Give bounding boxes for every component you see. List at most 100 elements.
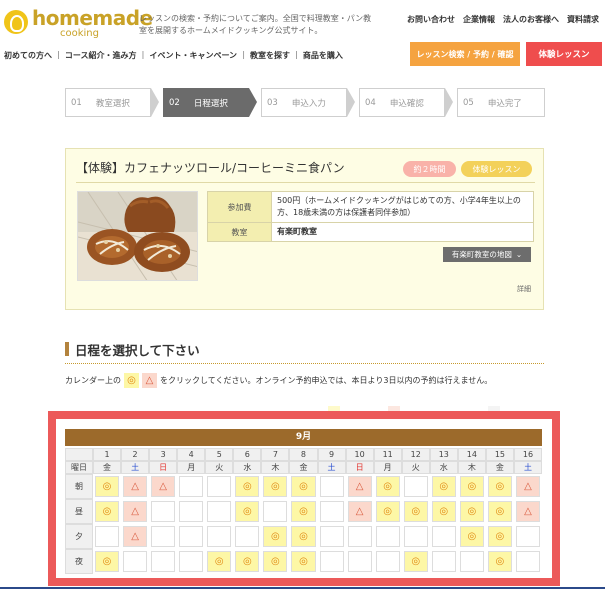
calendar-date-cell: 7 [261, 448, 290, 461]
brochure-link[interactable]: 資料請求 [567, 14, 599, 25]
slot-available[interactable]: ◎ [235, 476, 260, 497]
nav-first-time[interactable]: 初めての方へ [4, 50, 56, 61]
calendar-weekday-cell: 火 [205, 461, 234, 474]
school-map-button[interactable]: 有楽町教室の地図 ⌄ [443, 247, 531, 262]
contact-link[interactable]: お問い合わせ [407, 14, 455, 25]
nav-courses[interactable]: コース紹介・進み方 [65, 50, 141, 61]
calendar-cell: △ [121, 499, 150, 524]
calendar-cell: ◎ [233, 474, 262, 499]
nav-separator: | [57, 50, 60, 59]
homemade-logo[interactable]: homemade cooking [4, 6, 153, 40]
logo-brand: homemade [32, 6, 153, 30]
slot-unavailable [431, 526, 456, 547]
nav-find-school[interactable]: 教室を探す [250, 50, 294, 61]
slot-available[interactable]: ◎ [95, 551, 120, 572]
slot-available[interactable]: ◎ [403, 551, 428, 572]
slot-available[interactable]: ◎ [431, 501, 456, 522]
slot-unavailable [151, 526, 176, 547]
calendar-date-cell: 10 [345, 448, 374, 461]
slot-unavailable [375, 551, 400, 572]
slot-available[interactable]: ◎ [431, 476, 456, 497]
slot-available[interactable]: ◎ [291, 551, 316, 572]
slot-available[interactable]: ◎ [263, 551, 288, 572]
slot-available[interactable]: ◎ [207, 551, 232, 572]
school-label: 教室 [207, 222, 272, 242]
slot-few-left[interactable]: △ [151, 476, 176, 497]
calendar-cell [261, 499, 290, 524]
slot-available[interactable]: ◎ [459, 501, 484, 522]
slot-unavailable [235, 526, 260, 547]
slot-available[interactable]: ◎ [459, 526, 484, 547]
slot-available[interactable]: ◎ [487, 476, 512, 497]
nav-separator: | [294, 50, 298, 59]
calendar-month: 9月 [65, 429, 542, 446]
calendar-cell: ◎ [261, 549, 290, 574]
calendar-weekday-cell: 月 [373, 461, 402, 474]
nav-events[interactable]: イベント・キャンペーン [149, 50, 241, 61]
slot-available[interactable]: ◎ [291, 501, 316, 522]
calendar-cell: ◎ [205, 549, 234, 574]
slot-available[interactable]: ◎ [403, 501, 428, 522]
slot-available[interactable]: ◎ [487, 526, 512, 547]
slot-unavailable [151, 551, 176, 572]
slot-few-left[interactable]: △ [123, 526, 148, 547]
calendar-weekday-cell: 金 [93, 461, 122, 474]
slot-available[interactable]: ◎ [291, 476, 316, 497]
progress-steps: 01 教室選択 02 日程選択 03 申込入力 04 申込確認 05 申込完了 [65, 88, 545, 117]
slot-available[interactable]: ◎ [375, 501, 400, 522]
calendar-cell: △ [149, 474, 178, 499]
lesson-search-button[interactable]: レッスン検索 / 予約 / 確認 [410, 42, 520, 66]
slot-few-left[interactable]: △ [123, 501, 148, 522]
instr-post: をクリックしてください。オンライン予約申込では、本日より3日以内の予約は行えませ… [160, 376, 493, 385]
slot-few-left[interactable]: △ [347, 501, 372, 522]
slot-available[interactable]: ◎ [487, 501, 512, 522]
slot-unavailable [403, 476, 428, 497]
calendar-cell: ◎ [457, 474, 486, 499]
slot-few-left[interactable]: △ [515, 501, 540, 522]
slot-label: 夜 [65, 549, 93, 574]
calendar-slot-row: 夜 ◎ ◎ ◎ ◎ ◎ ◎ ◎ [65, 549, 542, 574]
logo-mark-icon [4, 10, 28, 34]
slot-few-left[interactable]: △ [123, 476, 148, 497]
slot-available[interactable]: ◎ [263, 526, 288, 547]
detail-link[interactable]: 詳細 [517, 284, 531, 294]
site-tagline: レッスンの検索・予約についてご案内。全国で料理教室・パン教室を展開するホームメイ… [139, 14, 372, 35]
slot-available[interactable]: ◎ [459, 476, 484, 497]
lesson-title: 【体験】カフェナッツロール/コーヒーミニ食パン [76, 161, 345, 175]
nav-shop[interactable]: 商品を購入 [303, 50, 347, 61]
calendar-weekday-cell: 日 [149, 461, 178, 474]
slot-available[interactable]: ◎ [235, 501, 260, 522]
calendar-cell: ◎ [401, 549, 430, 574]
calendar-weekday-cell: 金 [289, 461, 318, 474]
slot-available[interactable]: ◎ [487, 551, 512, 572]
calendar-cell [177, 499, 206, 524]
calendar-date-row: 1 2 3 4 5 6 7 8 9 10 11 12 13 14 15 16 [65, 448, 542, 461]
calendar-cell [401, 474, 430, 499]
slot-available[interactable]: ◎ [375, 476, 400, 497]
slot-unavailable [319, 526, 344, 547]
slot-unavailable [207, 476, 232, 497]
slot-unavailable [347, 551, 372, 572]
slot-unavailable [179, 476, 204, 497]
calendar-cell: ◎ [233, 499, 262, 524]
slot-available[interactable]: ◎ [263, 476, 288, 497]
calendar-cell: ◎ [93, 549, 122, 574]
slot-available[interactable]: ◎ [95, 476, 120, 497]
slot-available[interactable]: ◎ [291, 526, 316, 547]
lesson-photo [77, 191, 198, 281]
calendar-cell [177, 549, 206, 574]
school-map-label: 有楽町教室の地図 [451, 250, 512, 259]
calendar-cell [205, 524, 234, 549]
calendar-cell: △ [513, 474, 542, 499]
slot-unavailable [347, 526, 372, 547]
calendar-cell [345, 549, 374, 574]
trial-lesson-button[interactable]: 体験レッスン [526, 42, 602, 66]
company-link[interactable]: 企業情報 [463, 14, 495, 25]
calendar-weekday-cell: 水 [429, 461, 458, 474]
corporate-link[interactable]: 法人のお客様へ [503, 14, 559, 25]
slot-few-left[interactable]: △ [515, 476, 540, 497]
slot-available[interactable]: ◎ [235, 551, 260, 572]
slot-unavailable [319, 551, 344, 572]
slot-few-left[interactable]: △ [347, 476, 372, 497]
slot-available[interactable]: ◎ [95, 501, 120, 522]
